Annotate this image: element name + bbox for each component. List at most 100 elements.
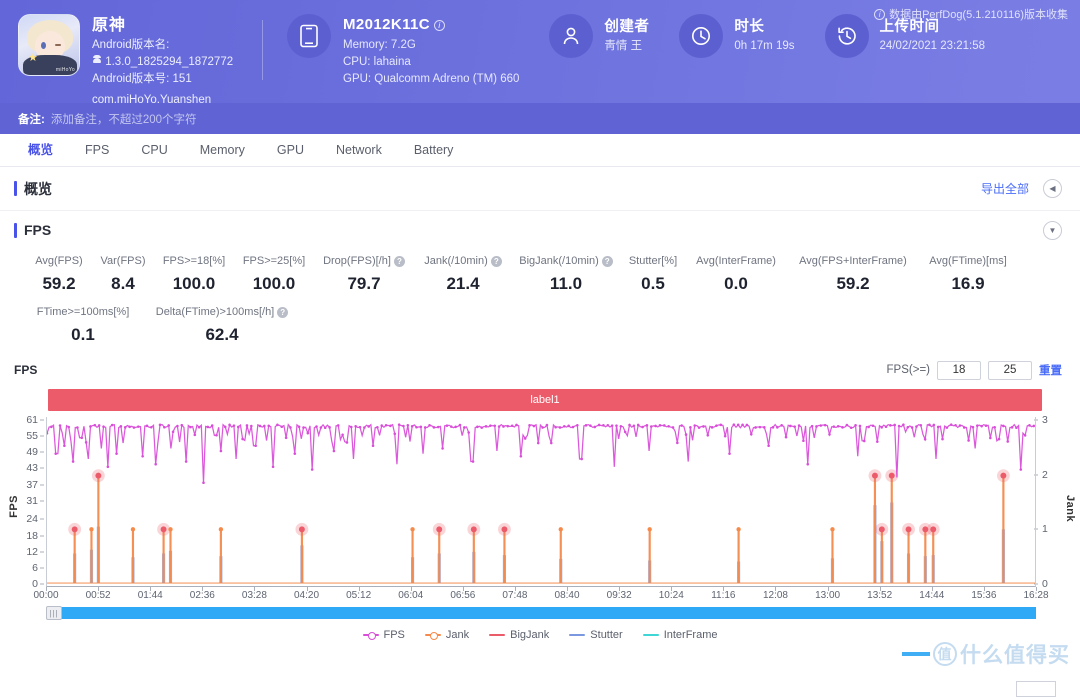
fps-chart: FPS FPS(>=) 18 25 重置 label1 FPS Jank 061…	[0, 359, 1080, 646]
legend-item-fps[interactable]: FPS	[362, 629, 405, 641]
note-input[interactable]: 添加备注，不超过200个字符	[51, 111, 197, 127]
y2-axis-title: Jank	[1064, 495, 1076, 523]
metric-value: 11.0	[549, 274, 583, 293]
legend-item-jank[interactable]: Jank	[424, 629, 469, 641]
metric-label: Delta(FTime)>100ms[/h]?	[147, 306, 297, 318]
x-tick: 09:32	[606, 590, 632, 601]
metric-value: 0.0	[724, 274, 748, 293]
upload-time-value: 24/02/2021 23:21:58	[879, 40, 986, 53]
duration-block: 时长 0h 17m 19s	[649, 14, 795, 58]
y-tick: 55	[26, 430, 38, 443]
x-tick: 12:08	[762, 590, 788, 601]
metric-value: 100.0	[172, 274, 216, 293]
y-tick-mark	[40, 551, 44, 553]
metric-value: 21.4	[446, 274, 480, 293]
export-all-button[interactable]: 导出全部	[981, 180, 1029, 197]
metric-value: 100.0	[252, 274, 296, 293]
tab-fps[interactable]: FPS	[69, 134, 125, 167]
metric-value: 8.4	[111, 274, 135, 293]
x-tick: 03:28	[241, 590, 267, 601]
android-icon	[92, 54, 102, 65]
fps-metrics-row-2: FTime>=100ms[%] 0.1 Delta(FTime)>100ms[/h]…	[26, 306, 1080, 345]
y-tick: 24	[26, 513, 38, 526]
perfdog-version-note: i 数据由PerfDog(5.1.210116)版本收集	[874, 6, 1068, 22]
legend-swatch	[489, 634, 506, 636]
metric-var-fps: Var(FPS) 8.4	[92, 255, 154, 294]
metric-value: 59.2	[42, 274, 76, 293]
device-gpu: GPU: Qualcomm Adreno (TM) 660	[343, 73, 520, 85]
tab-network[interactable]: Network	[320, 134, 398, 167]
fps-plot-canvas[interactable]	[46, 417, 1036, 587]
main-tabs: 概览 FPS CPU Memory GPU Network Battery	[0, 134, 1080, 167]
fps-plot-area: FPS Jank 0 6 12 18 24 31 37 43 49 55 61 0123	[0, 414, 1080, 590]
creator-label: 创建者	[604, 18, 650, 35]
chevron-left-icon[interactable]: ◀	[1043, 179, 1062, 198]
metric-label: BigJank(/10min)?	[519, 255, 613, 267]
help-icon[interactable]: ?	[490, 255, 502, 267]
bottom-edge-box	[1016, 681, 1056, 697]
metric-value: 79.7	[347, 274, 381, 293]
metric-label: Jank(/10min)?	[421, 255, 505, 267]
creator-block: 创建者 靑情 王	[519, 14, 649, 58]
help-icon[interactable]: ?	[277, 306, 289, 318]
app-header: ★ miHoYo 原神 Android版本名: 1.3.0_1825294_18…	[0, 0, 1080, 106]
metric-label: FTime>=100ms[%]	[36, 306, 130, 318]
y2-tick: 1	[1042, 523, 1048, 536]
app-info-block: ★ miHoYo 原神 Android版本名: 1.3.0_1825294_18…	[0, 14, 262, 109]
metric-drop-fps-h: Drop(FPS)[/h]? 79.7	[314, 255, 414, 294]
legend-item-bigjank[interactable]: BigJank	[489, 629, 549, 641]
fps-threshold-high-input[interactable]: 25	[988, 360, 1032, 380]
y-tick-mark	[40, 500, 44, 502]
chart-scrollbar[interactable]: |||	[46, 606, 1036, 620]
chart-legend: FPS Jank BigJank Stutter InterFrame	[0, 624, 1080, 646]
legend-swatch	[642, 634, 659, 636]
creator-name: 靑情 王	[604, 40, 643, 53]
tab-memory[interactable]: Memory	[184, 134, 261, 167]
fps-section-header: FPS ▼	[0, 211, 1080, 249]
chevron-down-icon[interactable]: ▼	[1043, 220, 1062, 240]
metric-label: FPS>=18[%]	[162, 255, 226, 267]
legend-swatch	[569, 634, 586, 636]
y-tick: 37	[26, 478, 38, 491]
metric-avg-fps: Avg(FPS) 59.2	[26, 255, 92, 294]
y-tick-mark	[40, 419, 44, 421]
metric-avg-fps-interframe: Avg(FPS+InterFrame) 59.2	[786, 255, 920, 294]
fps-threshold-label: FPS(>=)	[886, 364, 930, 376]
x-tick: 04:20	[294, 590, 320, 601]
reset-button[interactable]: 重置	[1039, 362, 1062, 378]
tab-gpu[interactable]: GPU	[261, 134, 320, 167]
phone-icon	[287, 14, 331, 58]
y-tick-mark	[40, 583, 44, 585]
x-tick: 08:40	[554, 590, 580, 601]
y2-tick: 3	[1042, 414, 1048, 426]
device-cpu: CPU: lahaina	[343, 55, 411, 68]
device-model: M2012K11C	[343, 16, 430, 33]
x-tick: 13:52	[867, 590, 893, 601]
chart-scrollbar-track[interactable]	[56, 607, 1036, 619]
y2-tick: 0	[1042, 578, 1048, 590]
scene-label-band[interactable]: label1	[48, 389, 1042, 411]
app-android-version-label: Android版本名:	[92, 39, 170, 52]
tab-overview[interactable]: 概览	[12, 134, 69, 167]
app-package-name: com.miHoYo.Yuanshen	[92, 94, 212, 107]
tab-cpu[interactable]: CPU	[125, 134, 183, 167]
y-tick-mark	[40, 451, 44, 453]
metric-value: 16.9	[951, 274, 985, 293]
app-android-version: 1.3.0_1825294_1872772	[105, 55, 234, 68]
info-icon[interactable]: i	[434, 19, 445, 31]
x-tick: 13:00	[815, 590, 841, 601]
duration-label: 时长	[734, 18, 765, 35]
metric-stutter: Stutter[%] 0.5	[620, 255, 686, 294]
help-icon[interactable]: ?	[601, 255, 613, 267]
history-icon	[824, 14, 869, 58]
help-icon[interactable]: ?	[393, 255, 405, 267]
legend-item-interframe[interactable]: InterFrame	[642, 629, 718, 641]
metric-avg-ftime-ms: Avg(FTime)[ms] 16.9	[920, 255, 1016, 294]
legend-item-stutter[interactable]: Stutter	[569, 629, 623, 641]
fps-threshold-low-input[interactable]: 18	[937, 360, 981, 380]
legend-label: InterFrame	[663, 629, 718, 641]
legend-label: Stutter	[590, 629, 623, 641]
drag-handle-icon[interactable]: |||	[46, 606, 62, 620]
y-tick-mark	[40, 484, 44, 486]
tab-battery[interactable]: Battery	[398, 134, 470, 167]
